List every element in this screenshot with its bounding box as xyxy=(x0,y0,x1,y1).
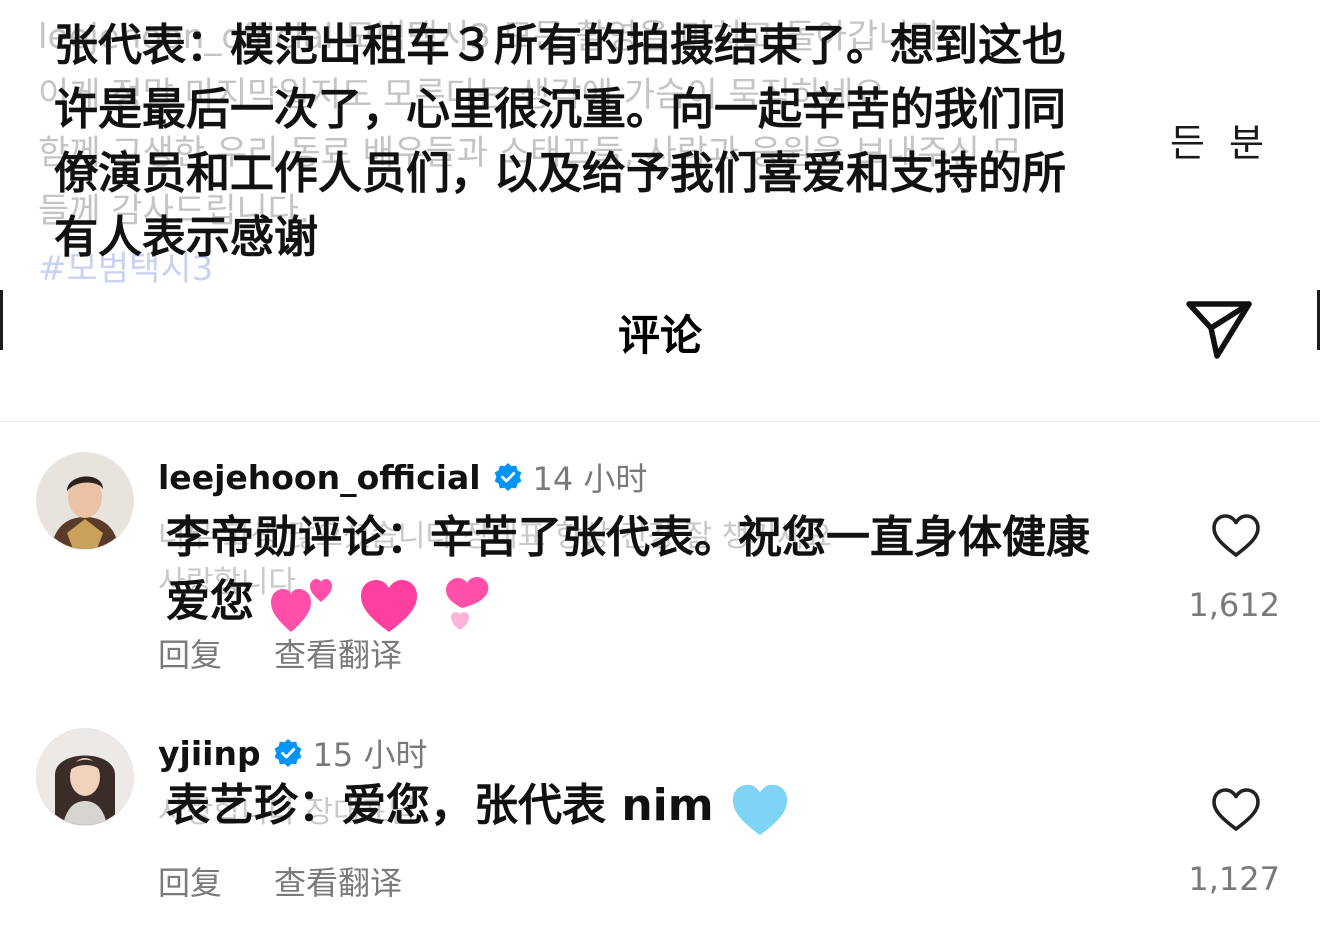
reply-button[interactable]: 回复 xyxy=(158,858,222,904)
like-count: 1,127 xyxy=(1188,860,1280,898)
comment-text-word: 表艺珍：爱您，张代表 nim xyxy=(166,780,714,831)
original-caption-extra: 든 분 xyxy=(1170,121,1270,165)
paper-plane-icon[interactable] xyxy=(1183,294,1255,366)
two-hearts-icon xyxy=(271,579,333,632)
comment-text-word: 爱您 xyxy=(166,576,254,627)
verified-badge-icon xyxy=(494,463,521,491)
avatar[interactable] xyxy=(36,728,134,826)
heart-icon[interactable] xyxy=(1210,512,1262,560)
comment-text-line: 李帝勋评论：辛苦了张代表。祝您一直身体健康 xyxy=(166,512,1090,563)
comment-text: 李帝勋评论：辛苦了张代表。祝您一直身体健康 爱您 xyxy=(166,506,1090,636)
comment-text: 表艺珍：爱您，张代表 nim xyxy=(166,774,791,839)
comment-username[interactable]: leejehoon_official xyxy=(158,458,481,497)
heart-icon[interactable] xyxy=(1210,786,1262,834)
translation-subtitle: 张代表：模范出租车３所有的拍摄结束了。想到这也 许是最后一次了，心里很沉重。向一… xyxy=(54,14,1164,270)
comments-sheet-header: 评论 xyxy=(0,290,1320,420)
comment-item: yjiinp 15 小时 사랑합니다 장대표님 表艺珍：爱您，张代表 nim 回… xyxy=(0,716,1320,916)
subtitle-line: 有人表示感谢 xyxy=(54,212,318,263)
verified-badge-icon xyxy=(274,739,301,767)
comment-actions: 回复 查看翻译 xyxy=(158,630,454,676)
like-count: 1,612 xyxy=(1188,586,1280,624)
comments-title: 评论 xyxy=(617,311,702,360)
comment-text-line: 表艺珍：爱您，张代表 nim xyxy=(166,774,791,839)
subtitle-line: 张代表：模范出租车３所有的拍摄结束了。想到这也 xyxy=(54,20,1066,71)
light-blue-heart-icon xyxy=(732,784,788,836)
heart-exclamation-icon xyxy=(445,577,489,630)
comment-actions: 回复 查看翻译 xyxy=(158,858,454,904)
comment-timestamp: 14 小时 xyxy=(532,460,648,498)
comment-meta: leejehoon_official 14 小时 xyxy=(158,454,647,500)
comment-timestamp: 15 小时 xyxy=(312,736,428,774)
comment-item: leejehoon_official 14 小时 너무 고생 많으셨습니다 장대… xyxy=(0,440,1320,680)
comment-text-line: 爱您 xyxy=(166,570,1090,636)
comment-username[interactable]: yjiinp xyxy=(158,734,261,773)
subtitle-line: 许是最后一次了，心里很沉重。向一起辛苦的我们同 xyxy=(54,84,1066,135)
avatar[interactable] xyxy=(36,452,134,550)
post-caption-area: leejehoon_official 모범택시3 모든 촬영을 마치고 돌아갑니… xyxy=(0,0,1320,290)
see-translation-button[interactable]: 查看翻译 xyxy=(274,858,402,904)
reply-button[interactable]: 回复 xyxy=(158,630,222,676)
header-divider xyxy=(0,421,1320,422)
pink-heart-icon xyxy=(360,580,417,632)
comment-meta: yjiinp 15 小时 xyxy=(158,730,427,776)
see-translation-button[interactable]: 查看翻译 xyxy=(274,630,402,676)
subtitle-line: 僚演员和工作人员们，以及给予我们喜爱和支持的所 xyxy=(54,148,1066,199)
